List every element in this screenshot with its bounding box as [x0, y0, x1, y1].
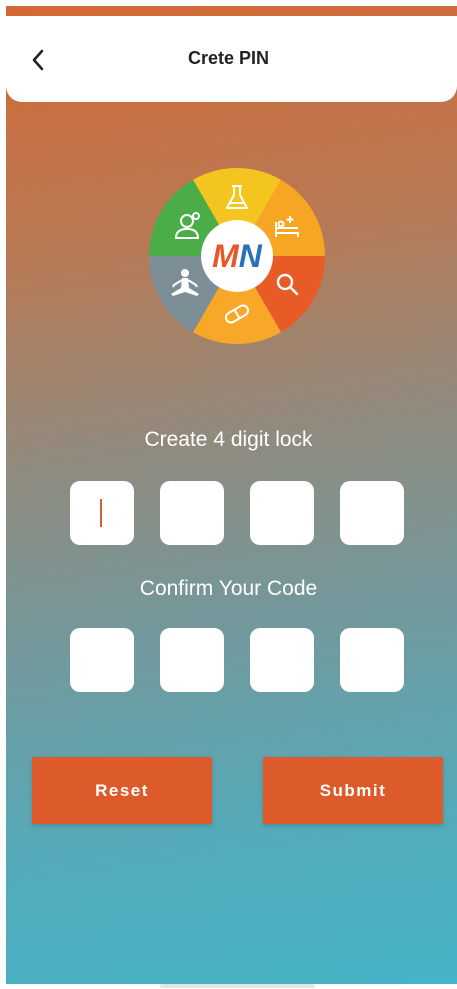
reset-button[interactable]: Reset — [32, 757, 212, 824]
logo-text: MN — [212, 238, 263, 274]
create-pin-digit-4[interactable] — [340, 481, 404, 545]
create-pin-digit-2[interactable] — [160, 481, 224, 545]
confirm-pin-digit-4[interactable] — [340, 628, 404, 692]
confirm-pin-row — [70, 628, 406, 692]
create-pin-row — [70, 481, 406, 545]
create-pin-digit-3[interactable] — [250, 481, 314, 545]
submit-button[interactable]: Submit — [263, 757, 443, 824]
confirm-pin-digit-3[interactable] — [250, 628, 314, 692]
confirm-pin-label: Confirm Your Code — [139, 577, 318, 600]
create-pin-label: Create 4 digit lock — [144, 428, 313, 451]
screen: Crete PIN MN Create 4 digit lock Confirm… — [0, 0, 457, 989]
create-pin-digit-1[interactable] — [70, 481, 134, 545]
home-indicator — [160, 984, 315, 988]
confirm-pin-digit-1[interactable] — [70, 628, 134, 692]
confirm-pin-digit-2[interactable] — [160, 628, 224, 692]
app-logo: MN — [149, 168, 325, 344]
page-title: Crete PIN — [187, 48, 270, 68]
text-cursor — [100, 499, 102, 527]
